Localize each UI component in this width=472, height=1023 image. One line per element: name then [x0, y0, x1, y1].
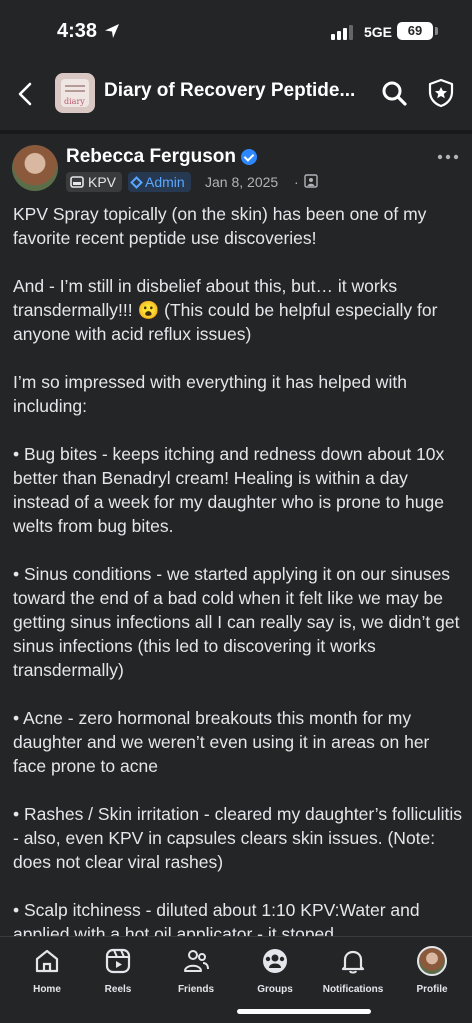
search-icon[interactable] [380, 79, 408, 107]
post-paragraph: • Sinus conditions - we started applying… [13, 564, 460, 680]
post-body: KPV Spray topically (on the skin) has be… [13, 202, 465, 936]
admin-badge-label: Admin [145, 174, 185, 190]
bell-icon [341, 950, 365, 974]
members-audience-icon [304, 174, 318, 188]
post-paragraph: • Bug bites - keeps itching and redness … [13, 444, 445, 536]
status-bar: 4:38 5GE 69 [0, 0, 472, 64]
bottom-nav: Home Reels Friends Groups Notifications … [0, 936, 472, 1023]
profile-avatar [417, 946, 447, 976]
post-date[interactable]: Jan 8, 2025 [205, 174, 278, 190]
network-type: 5GE [364, 24, 393, 40]
post-paragraph: • Rashes / Skin irritation - cleared my … [13, 804, 462, 872]
verified-badge-icon [241, 149, 257, 165]
group-header: diary Diary of Recovery Peptide... [0, 64, 472, 130]
admin-badge: Admin [128, 172, 191, 192]
date-separator: · [294, 174, 299, 190]
admin-diamond-icon [130, 175, 143, 189]
nav-profile-label: Profile [416, 984, 448, 995]
status-time: 4:38 [57, 20, 98, 42]
battery-tip [435, 27, 438, 35]
group-avatar-line [65, 85, 85, 87]
home-indicator [237, 1009, 371, 1014]
topic-tag-icon [70, 176, 84, 188]
back-chevron-icon[interactable] [10, 78, 42, 110]
nav-profile[interactable]: Profile [385, 937, 472, 1007]
reels-icon [105, 948, 131, 974]
post-paragraph: • Acne - zero hormonal breakouts this mo… [13, 708, 430, 776]
admin-shield-star-icon[interactable] [426, 78, 456, 108]
more-options-icon[interactable] [437, 150, 459, 164]
group-title[interactable]: Diary of Recovery Peptide... [104, 80, 355, 102]
post-paragraph: KPV Spray topically (on the skin) has be… [13, 204, 427, 248]
friends-icon [184, 950, 209, 972]
post-paragraph: I’m so impressed with everything it has … [13, 372, 407, 416]
group-avatar-line [65, 90, 85, 92]
home-icon [35, 949, 59, 973]
cellular-signal-icon [331, 25, 353, 40]
post-paragraph: And - I’m still in disbelief about this,… [13, 276, 438, 344]
author-avatar[interactable] [12, 145, 58, 191]
group-avatar[interactable]: diary [55, 73, 95, 113]
author-name[interactable]: Rebecca Ferguson [66, 146, 236, 168]
topic-tag[interactable]: KPV [66, 172, 123, 192]
header-divider [0, 130, 472, 134]
groups-icon [263, 949, 287, 973]
battery-icon: 69 [397, 22, 433, 40]
topic-tag-label: KPV [88, 174, 117, 190]
post-paragraph: • Scalp itchiness - diluted about 1:10 K… [13, 900, 420, 936]
location-arrow-icon [105, 24, 119, 38]
group-avatar-text: diary [64, 97, 85, 106]
